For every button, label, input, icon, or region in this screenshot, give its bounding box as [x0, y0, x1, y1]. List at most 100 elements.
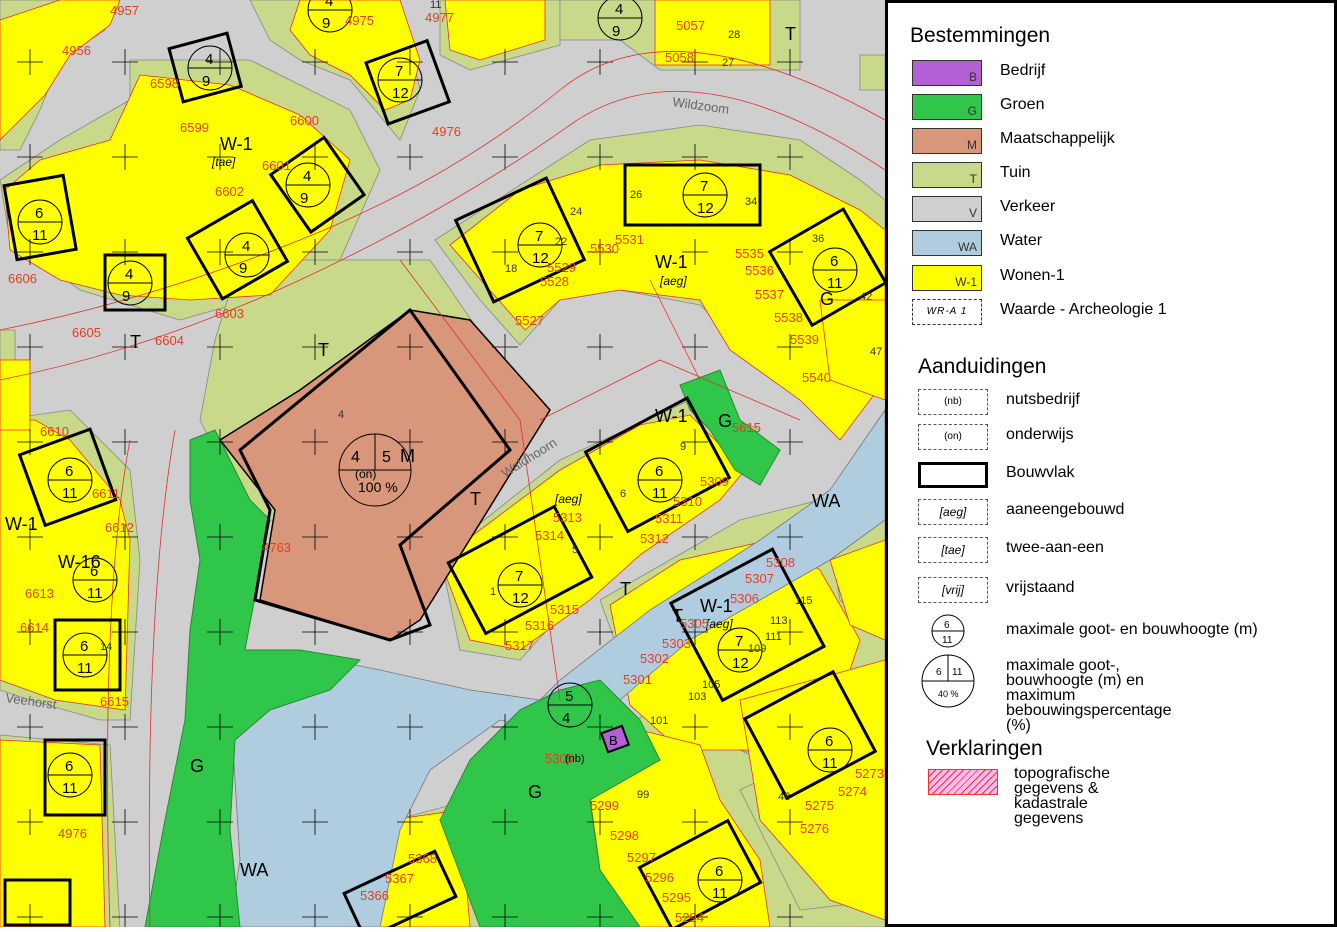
zone-label: W-1: [700, 596, 733, 616]
height-symbol: 54: [547, 682, 593, 728]
legend-label-archeologie: Waarde - Archeologie 1: [1000, 301, 1167, 318]
house-number: 26: [630, 189, 642, 201]
verklaringen-title: Verklaringen: [926, 737, 1043, 760]
zone-label: G: [820, 289, 834, 309]
parcel-number: 5531: [615, 232, 644, 247]
legend-label-aaneengebouwd: aaneengebouwd: [1006, 501, 1125, 518]
goot-height: 4: [125, 266, 133, 283]
symbol-tae: [tae]: [918, 537, 988, 563]
height-symbol: 611: [62, 632, 108, 678]
parcel-number: 5302: [640, 651, 669, 666]
parcel-number: 5367: [385, 871, 414, 886]
zone-label: T: [318, 340, 329, 360]
parcel-number: 6598: [150, 76, 179, 91]
swatch-topo: [928, 769, 998, 795]
parcel-number: 5528: [540, 274, 569, 289]
house-number: 34: [745, 196, 757, 208]
school-percentage: 100 %: [358, 479, 398, 495]
parcel-number: 6613: [25, 586, 54, 601]
legend-label-bedrijf: Bedrijf: [1000, 62, 1046, 79]
legend-panel: Bestemmingen B Bedrijf G Groen M Maatsch…: [888, 0, 1337, 927]
height-symbol: 49: [224, 232, 270, 278]
parcel-number: 5308: [766, 555, 795, 570]
svg-text:40 %: 40 %: [938, 689, 959, 699]
parcel-number: 5306: [730, 591, 759, 606]
svg-text:11: 11: [942, 635, 953, 646]
house-number: 18: [505, 263, 517, 275]
parcel-number: 5296: [645, 870, 674, 885]
zone-label: G: [190, 756, 204, 776]
goot-height: 6: [35, 205, 43, 222]
parcel-number: 5536: [745, 263, 774, 278]
zone-label: W-1: [655, 406, 688, 426]
height-symbol: 611: [807, 727, 853, 773]
parcel-number: 5294: [675, 910, 704, 925]
house-number: 103: [688, 691, 706, 703]
bouw-height: 11: [822, 755, 838, 772]
house-number: 11: [430, 0, 441, 11]
height-symbol: 49: [187, 45, 233, 91]
parcel-number: 5058: [665, 50, 694, 65]
parcel-number: 5313: [553, 510, 582, 525]
nb-code: (nb): [565, 753, 585, 765]
parcel-number: 5297: [627, 850, 656, 865]
parcel-number: 6603: [215, 306, 244, 321]
parcel-number: 5366: [360, 888, 389, 903]
bouw-height: 12: [392, 85, 409, 102]
bouw-height: 11: [87, 585, 103, 602]
zoning-map[interactable]: B 4 5 (on) 100 % 49494949494961171271271…: [0, 0, 888, 932]
parcel-number: 6600: [290, 113, 319, 128]
bouw-height: 9: [239, 260, 247, 277]
parcel-number: 5527: [515, 313, 544, 328]
parcel-number: 5303: [662, 636, 691, 651]
legend-label-height: maximale goot- en bouwhoogte (m): [1006, 621, 1258, 638]
svg-text:6: 6: [936, 667, 942, 678]
goot-height: 4: [205, 51, 213, 68]
parcel-number: 5301: [623, 672, 652, 687]
legend-label-nutsbedrijf: nutsbedrijf: [1006, 391, 1080, 408]
parcel-number: 5529: [547, 260, 576, 275]
zone-label: [aeg]: [554, 492, 582, 506]
house-number: 6: [620, 488, 626, 500]
zone-label: W-1: [220, 134, 253, 154]
parcel-number: 5310: [673, 494, 702, 509]
parcel-number: 5305: [680, 616, 709, 631]
bouw-height: 9: [300, 190, 308, 207]
zone-label: G: [718, 411, 732, 431]
house-number: 42: [860, 291, 872, 303]
parcel-number: 5276: [800, 821, 829, 836]
parcel-number: 6614: [20, 620, 49, 635]
goot-height: 4: [325, 0, 333, 10]
bouw-height: 11: [32, 227, 48, 244]
goot-height: 7: [535, 228, 543, 245]
goot-height: 4: [303, 168, 311, 185]
parcel-number: 5537: [755, 287, 784, 302]
zone-label: T: [470, 489, 481, 509]
house-number: 27: [722, 57, 734, 69]
legend-label-vrijstaand: vrijstaand: [1006, 579, 1075, 596]
zone-label: M: [400, 446, 415, 466]
swatch-bedrijf: B: [912, 60, 982, 86]
zone-label: T: [620, 579, 631, 599]
parcel-number: 5057: [676, 18, 705, 33]
bouw-height: 11: [62, 780, 78, 797]
zone-label: [tae]: [211, 155, 236, 169]
bouw-height: 11: [652, 485, 668, 502]
parcel-number: 5316: [525, 618, 554, 633]
svg-text:6: 6: [944, 620, 950, 631]
parcel-number: 5299: [590, 798, 619, 813]
zone-label: [aeg]: [705, 617, 733, 631]
zone-label: W-1: [5, 514, 38, 534]
swatch-wonen: W-1: [912, 265, 982, 291]
parcel-number: 5368: [408, 851, 437, 866]
parcel-number: 5615: [732, 420, 761, 435]
parcel-number: 5274: [838, 784, 867, 799]
goot-height: 6: [655, 463, 663, 480]
parcel-number: 6615: [100, 694, 129, 709]
zone-label: T: [785, 24, 796, 44]
legend-label-onderwijs: onderwijs: [1006, 426, 1074, 443]
map-view[interactable]: B 4 5 (on) 100 % 4 9 4 9 4 9 4 9 4 9 4 9 6 11 7 12 7 12 7 1…: [0, 0, 888, 932]
parcel-number: 4977: [425, 10, 454, 25]
parcel-number: 6604: [155, 333, 184, 348]
parcel-number: 6611: [92, 486, 120, 501]
